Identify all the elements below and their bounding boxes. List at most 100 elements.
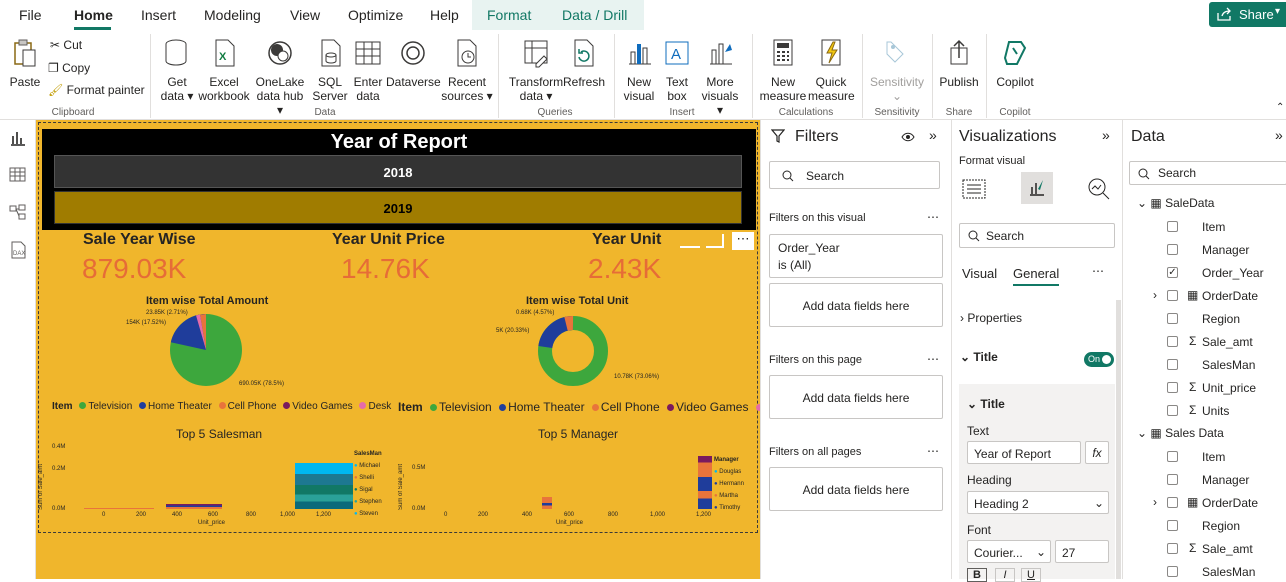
table-view-icon[interactable] bbox=[9, 167, 27, 183]
field-row[interactable]: Item bbox=[1153, 449, 1283, 467]
field-row[interactable]: Σ Unit_price bbox=[1153, 380, 1283, 398]
paste-button[interactable]: Paste bbox=[6, 38, 44, 89]
field-row[interactable]: › ▦ OrderDate bbox=[1153, 495, 1283, 513]
field-row[interactable]: SalesMan bbox=[1153, 564, 1283, 582]
copy-button[interactable]: ❐ Copy bbox=[48, 61, 90, 75]
field-checkbox[interactable] bbox=[1167, 221, 1178, 232]
legend-video-games[interactable]: Video Games bbox=[292, 401, 352, 412]
model-view-icon[interactable] bbox=[9, 204, 27, 220]
legend-video-games[interactable]: Video Games bbox=[676, 400, 749, 414]
tab-help[interactable]: Help bbox=[430, 7, 459, 23]
field-row[interactable]: Region bbox=[1153, 311, 1283, 329]
menu-file[interactable]: File bbox=[19, 7, 42, 23]
tab-view[interactable]: View bbox=[290, 7, 320, 23]
chevron-right-icon[interactable]: › bbox=[1153, 288, 1157, 302]
text-box-button[interactable]: A Text box bbox=[660, 38, 694, 103]
more-options-icon[interactable]: ⋯ bbox=[927, 352, 939, 366]
slicer-item-2019[interactable]: 2019 bbox=[54, 191, 742, 224]
field-checkbox[interactable] bbox=[1167, 336, 1178, 347]
more-visuals-button[interactable]: More visuals ▾ bbox=[698, 38, 742, 117]
tab-optimize[interactable]: Optimize bbox=[348, 7, 403, 23]
legend-cell-phone[interactable]: Cell Phone bbox=[601, 400, 660, 414]
filter-card-order-year[interactable]: Order_Year is (All) bbox=[769, 234, 943, 278]
legend-television[interactable]: Television bbox=[88, 401, 132, 412]
legend-cell-phone[interactable]: Cell Phone bbox=[228, 401, 277, 412]
italic-button[interactable]: I bbox=[995, 568, 1015, 582]
add-data-fields-all[interactable]: Add data fields here bbox=[769, 467, 943, 511]
bar[interactable] bbox=[84, 508, 154, 509]
field-row[interactable]: Manager bbox=[1153, 472, 1283, 490]
table-saledata[interactable]: ⌄ ▦ SaleData bbox=[1137, 196, 1214, 210]
slicer-item-2018[interactable]: 2018 bbox=[54, 155, 742, 188]
legend-desk[interactable]: Desk bbox=[368, 401, 391, 412]
underline-button[interactable]: U bbox=[1021, 568, 1041, 582]
add-data-fields-page[interactable]: Add data fields here bbox=[769, 375, 943, 419]
field-row[interactable]: Σ Sale_amt bbox=[1153, 541, 1283, 559]
collapse-ribbon-icon[interactable]: ⌃ bbox=[1276, 102, 1284, 113]
more-options-icon[interactable]: ⋯ bbox=[732, 232, 754, 250]
field-checkbox[interactable] bbox=[1167, 474, 1178, 485]
format-painter-button[interactable]: 🖌 Format painter bbox=[48, 83, 145, 97]
pie-chart-amount[interactable] bbox=[166, 310, 246, 390]
focus-mode-icon[interactable] bbox=[680, 234, 700, 248]
bar[interactable] bbox=[542, 497, 552, 509]
bar-stack-managers[interactable] bbox=[698, 456, 712, 509]
scrollbar[interactable] bbox=[1116, 300, 1121, 579]
chevron-right-icon[interactable]: › bbox=[1153, 495, 1157, 509]
legend-home-theater[interactable]: Home Theater bbox=[508, 400, 584, 414]
cut-button[interactable]: ✂ Cut bbox=[50, 38, 82, 52]
analytics-icon[interactable] bbox=[1086, 177, 1112, 201]
refresh-button[interactable]: Refresh bbox=[563, 38, 605, 89]
viz-search-input[interactable]: Search bbox=[959, 223, 1115, 248]
font-family-select[interactable]: Courier... ⌄ bbox=[967, 540, 1051, 563]
donut-chart-units[interactable] bbox=[536, 314, 610, 388]
recent-sources-button[interactable]: Recent sources ▾ bbox=[441, 38, 493, 103]
tab-insert[interactable]: Insert bbox=[141, 7, 176, 23]
quick-measure-button[interactable]: Quick measure bbox=[808, 38, 855, 103]
field-row[interactable]: Manager bbox=[1153, 242, 1283, 260]
more-options-icon[interactable]: ⋯ bbox=[1092, 264, 1104, 278]
enter-data-button[interactable]: Enter data bbox=[350, 38, 386, 103]
copilot-button[interactable]: Copilot bbox=[992, 38, 1038, 89]
more-options-icon[interactable]: ⋯ bbox=[927, 210, 939, 224]
bar-stack-salesmen[interactable] bbox=[295, 463, 353, 509]
excel-workbook-button[interactable]: X Excel workbook bbox=[198, 38, 250, 103]
field-row[interactable]: Item bbox=[1153, 219, 1283, 237]
tab-data-drill[interactable]: Data / Drill bbox=[562, 7, 627, 23]
properties-section[interactable]: › Properties bbox=[960, 311, 1022, 325]
field-checkbox[interactable] bbox=[1167, 566, 1178, 577]
data-search-input[interactable]: Search bbox=[1129, 161, 1286, 185]
field-row[interactable]: SalesMan bbox=[1153, 357, 1283, 375]
field-checkbox[interactable] bbox=[1167, 382, 1178, 393]
share-dropdown-icon[interactable]: ▾ bbox=[1275, 6, 1280, 17]
dataverse-button[interactable]: Dataverse bbox=[386, 38, 441, 89]
field-checkbox[interactable]: ✓ bbox=[1167, 267, 1178, 278]
field-row[interactable]: › ▦ OrderDate bbox=[1153, 288, 1283, 306]
field-checkbox[interactable] bbox=[1167, 405, 1178, 416]
add-data-fields-visual[interactable]: Add data fields here bbox=[769, 283, 943, 327]
legend-home-theater[interactable]: Home Theater bbox=[148, 401, 212, 412]
collapse-viz-icon[interactable]: » bbox=[1102, 127, 1110, 143]
field-checkbox[interactable] bbox=[1167, 497, 1178, 508]
format-visual-tab[interactable] bbox=[1021, 172, 1053, 204]
fx-button[interactable]: fx bbox=[1085, 441, 1109, 464]
table-sales-data[interactable]: ⌄ ▦ Sales Data bbox=[1137, 426, 1224, 440]
tab-home[interactable]: Home bbox=[74, 7, 113, 23]
field-checkbox[interactable] bbox=[1167, 451, 1178, 462]
field-row[interactable]: Σ Units bbox=[1153, 403, 1283, 421]
report-view-icon[interactable] bbox=[9, 130, 27, 146]
build-visual-icon[interactable] bbox=[961, 177, 987, 201]
field-row[interactable]: ✓ Order_Year bbox=[1153, 265, 1283, 283]
field-checkbox[interactable] bbox=[1167, 244, 1178, 255]
filters-search-input[interactable]: Search bbox=[769, 161, 940, 189]
more-options-icon[interactable]: ⋯ bbox=[927, 444, 939, 458]
field-checkbox[interactable] bbox=[1167, 313, 1178, 324]
field-checkbox[interactable] bbox=[1167, 290, 1178, 301]
tab-general[interactable]: General bbox=[1013, 266, 1060, 286]
transform-data-button[interactable]: Transform data ▾ bbox=[506, 38, 566, 103]
legend-television[interactable]: Television bbox=[439, 400, 492, 414]
tab-modeling[interactable]: Modeling bbox=[204, 7, 261, 23]
onelake-data-hub-button[interactable]: OneLake data hub ▾ bbox=[253, 38, 307, 117]
publish-button[interactable]: Publish bbox=[936, 38, 982, 89]
title-text-input[interactable]: Year of Report bbox=[967, 441, 1081, 464]
